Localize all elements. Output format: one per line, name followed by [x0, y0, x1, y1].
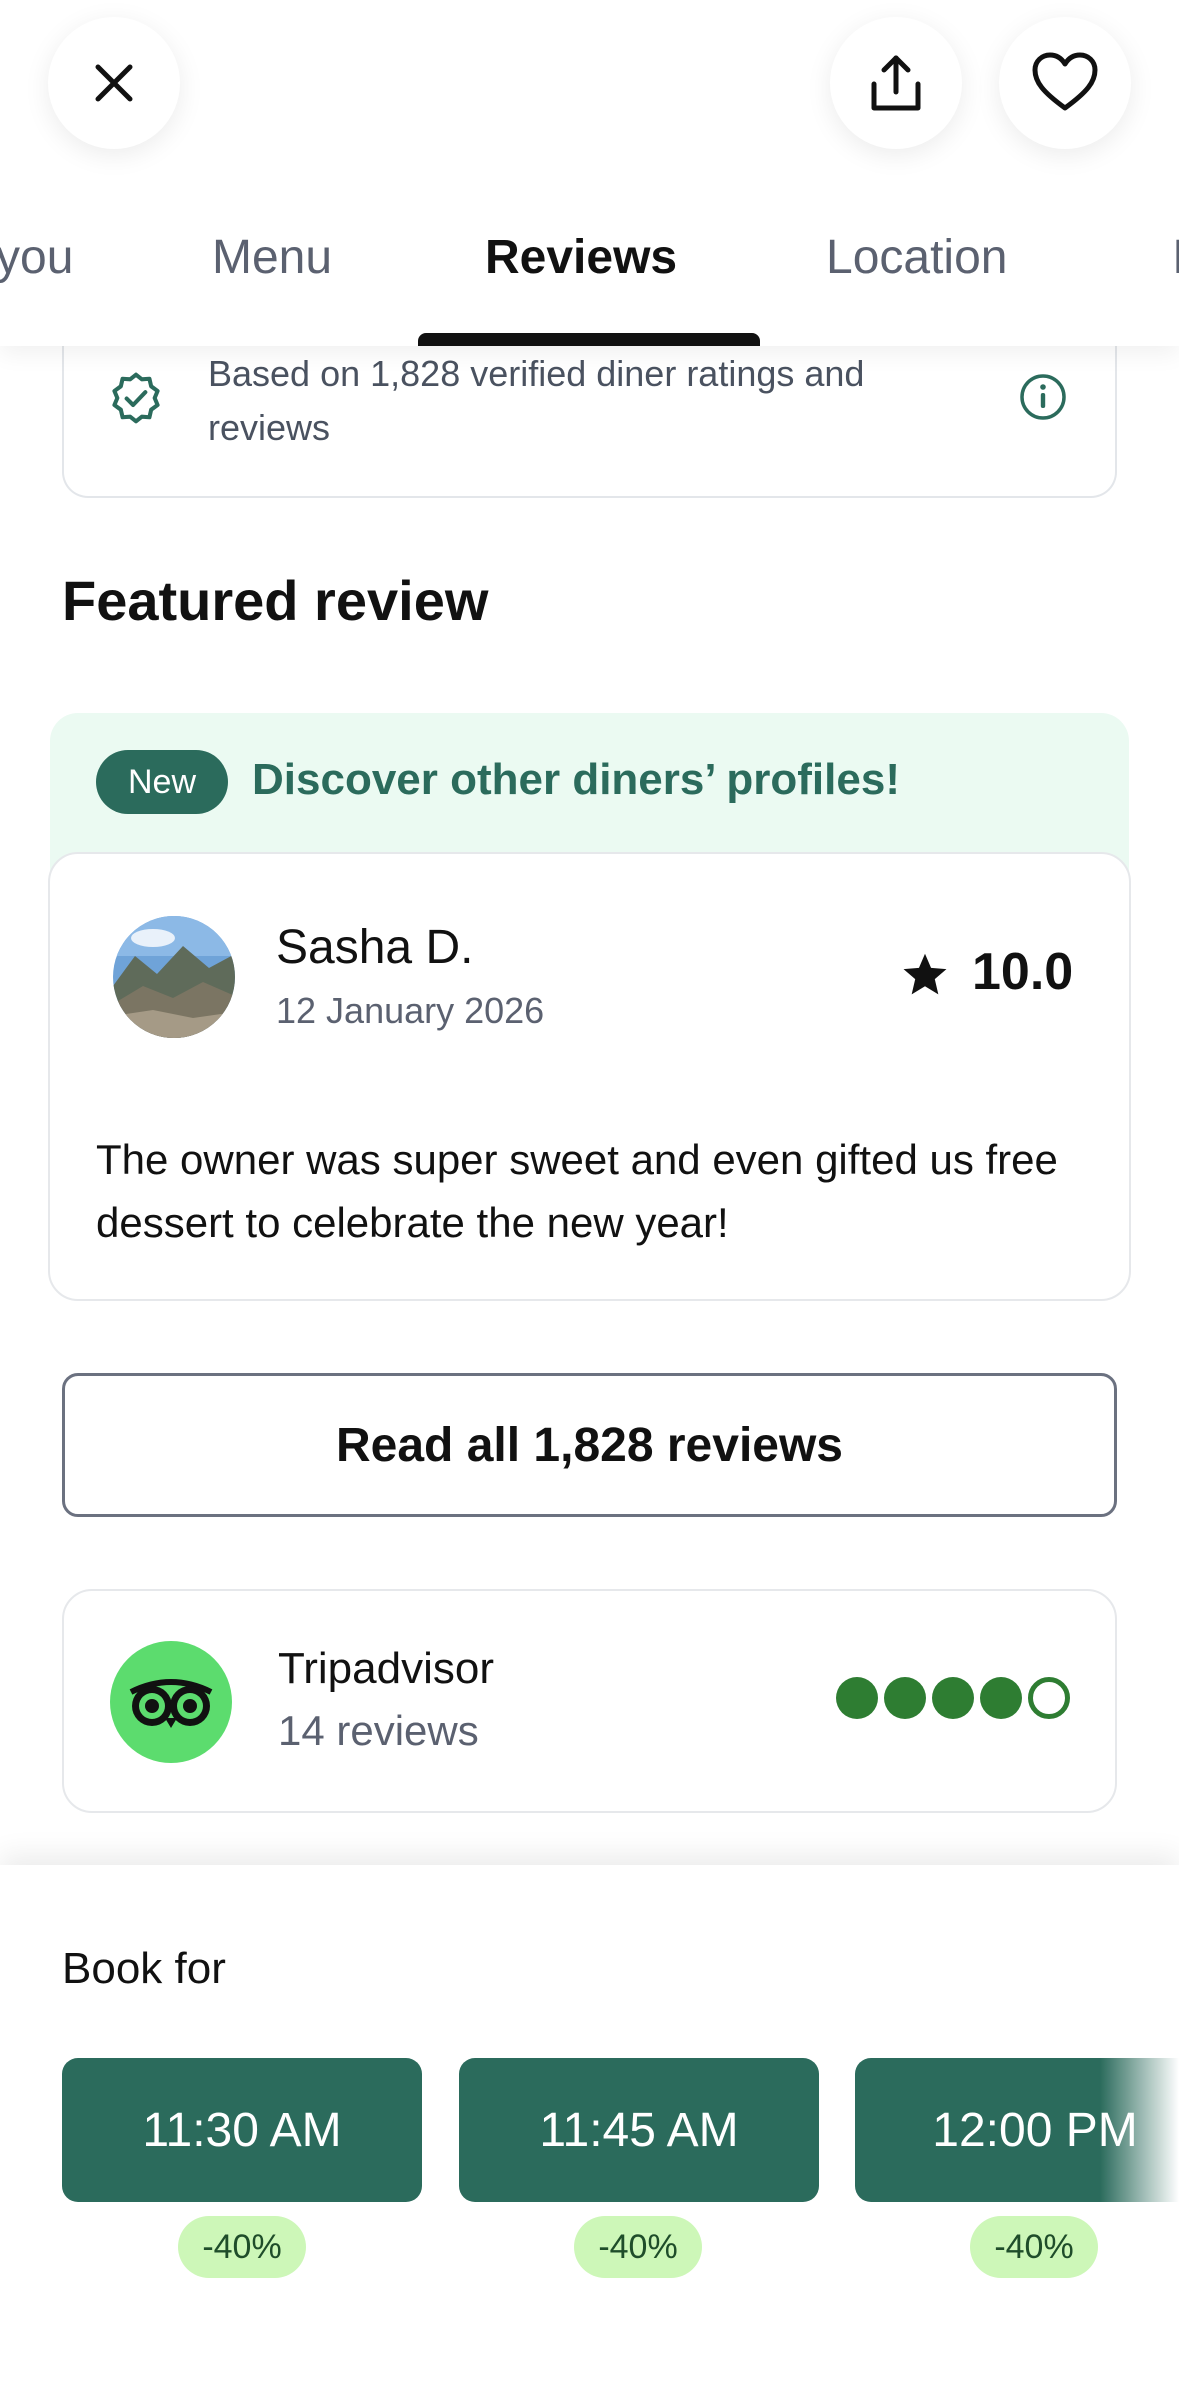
rating-bubble-empty: [1028, 1677, 1070, 1719]
star-icon: [900, 952, 950, 1005]
favorite-button[interactable]: [999, 17, 1131, 149]
read-all-reviews-button[interactable]: Read all 1,828 reviews: [62, 1373, 1117, 1517]
tripadvisor-owl-icon: [110, 1641, 232, 1763]
tripadvisor-bubble-rating: [836, 1677, 1070, 1719]
time-slot-button[interactable]: 11:45 AM: [459, 2058, 819, 2202]
tab-reviews[interactable]: Reviews: [485, 230, 677, 285]
tab-menu[interactable]: Menu: [212, 230, 332, 285]
close-button[interactable]: [48, 17, 180, 149]
discount-badge: -40%: [574, 2216, 702, 2278]
active-tab-indicator: [418, 333, 760, 346]
book-for-label: Book for: [62, 1944, 226, 1993]
new-badge: New: [96, 750, 228, 814]
discount-badge: -40%: [178, 2216, 306, 2278]
rating-bubble-filled: [836, 1677, 878, 1719]
share-icon: [866, 52, 926, 114]
review-text: The owner was super sweet and even gifte…: [96, 1136, 1058, 1246]
tab-for-you[interactable]: you: [0, 230, 73, 285]
close-icon: [92, 61, 136, 105]
share-button[interactable]: [830, 17, 962, 149]
verified-ratings-text: Based on 1,828 verified diner ratings an…: [208, 353, 865, 448]
heart-icon: [1031, 52, 1099, 114]
section-tabs: you Menu Reviews Location I: [0, 200, 1179, 346]
tripadvisor-name: Tripadvisor: [278, 1644, 494, 1693]
avatar[interactable]: [113, 916, 235, 1038]
tab-next[interactable]: I: [1172, 230, 1179, 285]
discount-badge: -40%: [970, 2216, 1098, 2278]
review-rating: 10.0: [972, 943, 1074, 1001]
rating-bubble-filled: [884, 1677, 926, 1719]
rating-bubble-filled: [980, 1677, 1022, 1719]
scroll-fade: [1100, 2050, 1179, 2210]
tab-location[interactable]: Location: [826, 230, 1007, 285]
time-slot-button[interactable]: 11:30 AM: [62, 2058, 422, 2202]
discover-profiles-text[interactable]: Discover other diners’ profiles!: [252, 755, 900, 805]
tripadvisor-review-count: 14 reviews: [278, 1707, 479, 1754]
featured-review-title: Featured review: [62, 569, 489, 632]
rating-bubble-filled: [932, 1677, 974, 1719]
verified-badge-icon: [108, 370, 164, 431]
top-header: you Menu Reviews Location I: [0, 0, 1179, 346]
review-date: 12 January 2026: [276, 990, 545, 1031]
reviewer-name[interactable]: Sasha D.: [276, 920, 473, 975]
info-icon[interactable]: [1018, 372, 1068, 427]
